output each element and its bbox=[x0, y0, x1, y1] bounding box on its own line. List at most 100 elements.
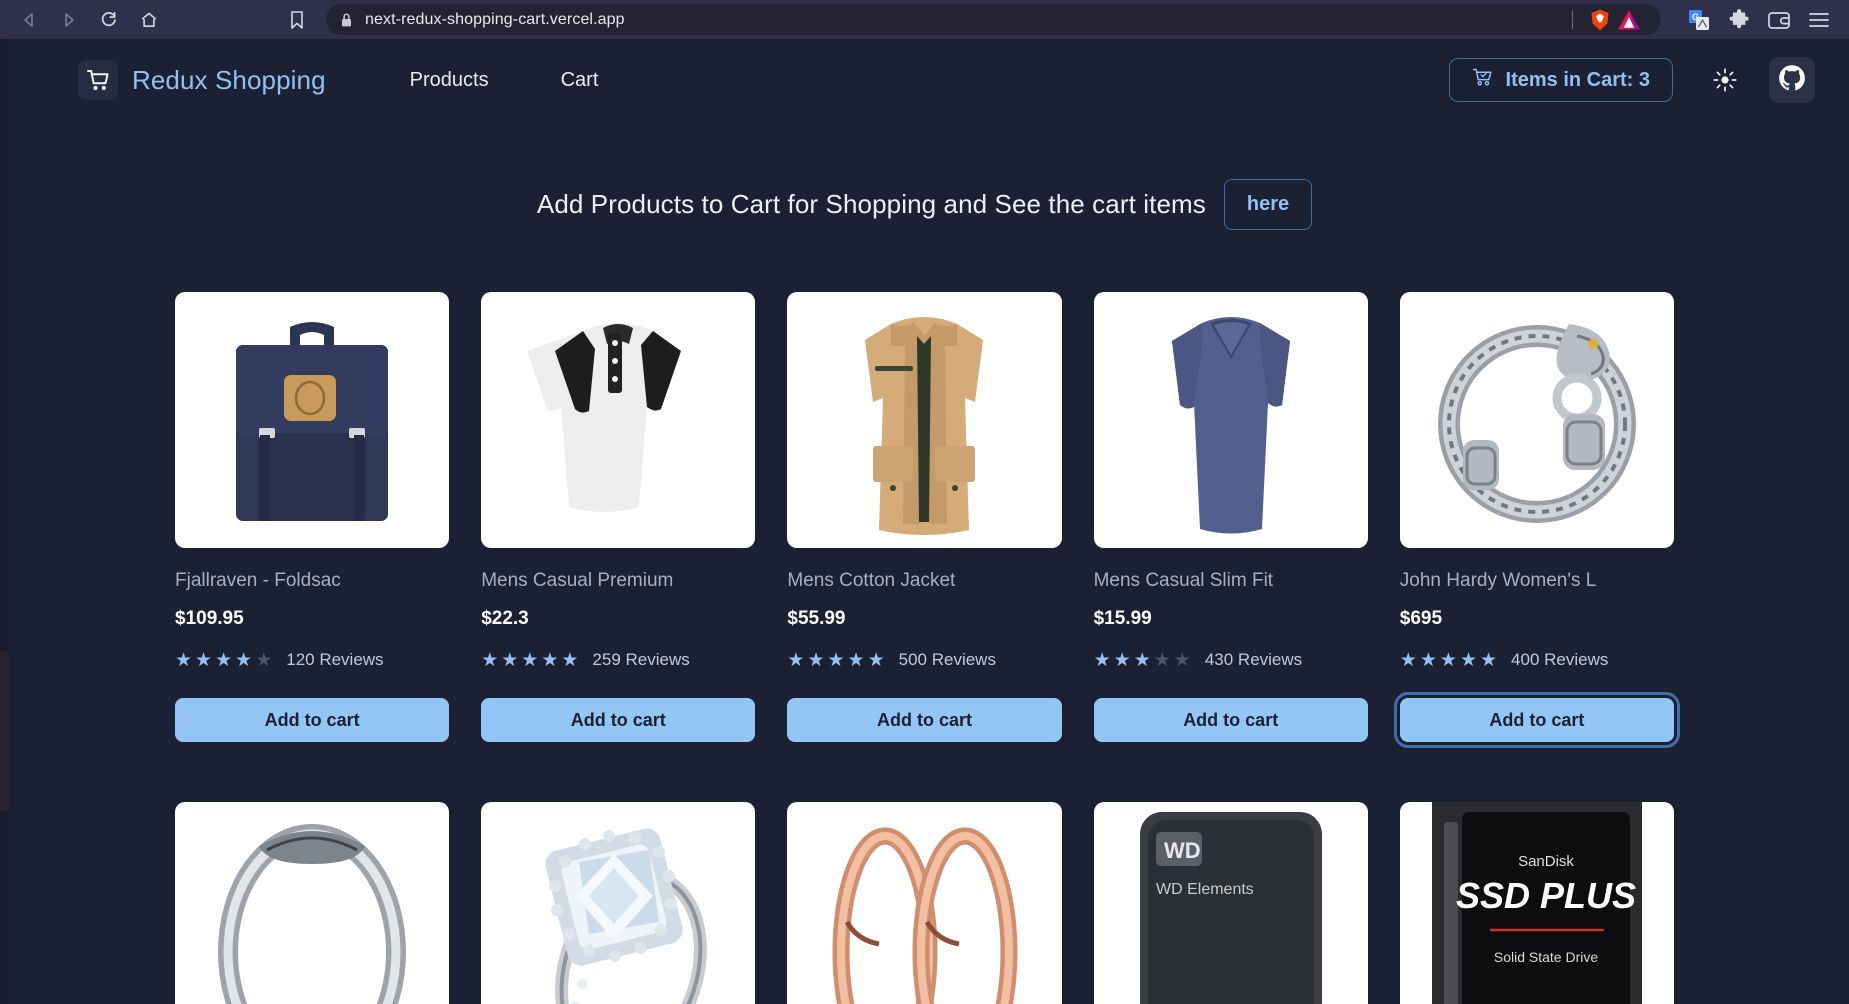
home-button[interactable] bbox=[130, 5, 168, 35]
star-icon: ★ bbox=[541, 649, 559, 671]
github-icon bbox=[1777, 63, 1807, 98]
product-title: John Hardy Women's L bbox=[1399, 570, 1597, 591]
product-image-diamond-ring[interactable] bbox=[481, 802, 756, 1004]
bookmark-icon[interactable] bbox=[280, 5, 314, 35]
product-price: $55.99 bbox=[787, 608, 846, 629]
product-image-raglan-shirt[interactable] bbox=[481, 292, 756, 548]
wd-brand-text: WD bbox=[1164, 838, 1201, 863]
product-price: $15.99 bbox=[1093, 608, 1152, 629]
product-title: Mens Casual Premium bbox=[481, 570, 674, 591]
product-image-navy-backpack[interactable] bbox=[175, 292, 450, 548]
wd-label-text: WD Elements bbox=[1156, 881, 1254, 898]
star-icon: ★ bbox=[1113, 649, 1131, 671]
star-icon: ★ bbox=[1173, 649, 1191, 671]
page-left-edge bbox=[0, 39, 9, 1004]
star-icon: ★ bbox=[255, 649, 273, 671]
product-reviews: 120 Reviews bbox=[286, 650, 384, 669]
banner-text: Add Products to Cart for Shopping and Se… bbox=[536, 189, 1206, 219]
github-link[interactable] bbox=[1769, 57, 1815, 103]
product-image-rose-gold-rings[interactable] bbox=[787, 802, 1062, 1004]
product-reviews: 259 Reviews bbox=[592, 650, 690, 669]
lock-icon bbox=[340, 12, 353, 28]
ssd-sub-text: Solid State Drive bbox=[1494, 949, 1598, 965]
items-in-cart-button[interactable]: Items in Cart: 3 bbox=[1448, 58, 1673, 102]
vercel-triangle-icon[interactable] bbox=[1617, 9, 1641, 31]
product-card bbox=[175, 802, 450, 1004]
forward-button[interactable] bbox=[50, 5, 88, 35]
star-icon: ★ bbox=[1419, 649, 1437, 671]
star-icon: ★ bbox=[787, 649, 805, 671]
address-bar[interactable]: next-redux-shopping-cart.vercel.app bbox=[326, 4, 1661, 35]
product-image-silver-ring[interactable] bbox=[175, 802, 450, 1004]
product-price: $22.3 bbox=[481, 608, 529, 629]
sun-icon[interactable] bbox=[1703, 58, 1747, 102]
puzzle-piece-icon[interactable] bbox=[1727, 8, 1751, 32]
brand-name: Redux Shopping bbox=[132, 64, 326, 95]
items-in-cart-label: Items in Cart: 3 bbox=[1505, 68, 1650, 91]
star-icon: ★ bbox=[521, 649, 539, 671]
star-icon: ★ bbox=[847, 649, 865, 671]
star-icon: ★ bbox=[1479, 649, 1498, 671]
site-header: Redux Shopping Products Cart Items in Ca… bbox=[0, 39, 1849, 121]
star-icon: ★ bbox=[1399, 649, 1417, 671]
banner: Add Products to Cart for Shopping and Se… bbox=[0, 179, 1849, 230]
product-title: Mens Cotton Jacket bbox=[787, 570, 956, 591]
product-image-wd-elements-drive[interactable]: WD WD Elements bbox=[1093, 802, 1368, 1004]
back-button[interactable] bbox=[10, 5, 48, 35]
product-card: WD WD Elements bbox=[1093, 802, 1368, 1004]
product-card: SanDisk SSD PLUS Solid State Drive SanDi… bbox=[1399, 802, 1674, 1004]
star-icon: ★ bbox=[867, 649, 885, 671]
star-icon: ★ bbox=[1459, 649, 1477, 671]
star-icon: ★ bbox=[1093, 649, 1111, 671]
hamburger-menu-icon[interactable] bbox=[1807, 8, 1831, 32]
star-icon: ★ bbox=[561, 649, 579, 671]
product-card: Mens Casual Premium $22.3 ★ ★ ★ ★ ★ 259 … bbox=[481, 292, 756, 742]
product-title: Mens Casual Slim Fit bbox=[1093, 570, 1274, 591]
sandisk-brand-text: SanDisk bbox=[1518, 853, 1574, 870]
star-icon: ★ bbox=[175, 649, 193, 671]
reload-button[interactable] bbox=[90, 5, 128, 35]
star-icon: ★ bbox=[215, 649, 233, 671]
product-reviews: 500 Reviews bbox=[898, 650, 996, 669]
product-image-blue-tshirt[interactable] bbox=[1093, 292, 1368, 548]
product-card: Mens Casual Slim Fit $15.99 ★ ★ ★ ★ ★ 43… bbox=[1093, 292, 1368, 742]
star-icon: ★ bbox=[807, 649, 825, 671]
add-to-cart-button[interactable]: Add to cart bbox=[175, 698, 450, 742]
product-card: Mens Cotton Jacket $55.99 ★ ★ ★ ★ ★ 500 … bbox=[787, 292, 1062, 742]
chrome-right-icons: G bbox=[1663, 8, 1839, 32]
product-image-silver-bracelet[interactable] bbox=[1399, 292, 1674, 548]
product-image-sandisk-ssd[interactable]: SanDisk SSD PLUS Solid State Drive SanDi… bbox=[1399, 802, 1674, 1004]
brave-wallet-icon[interactable] bbox=[1767, 8, 1791, 32]
star-icon: ★ bbox=[195, 649, 213, 671]
product-image-tan-jacket[interactable] bbox=[787, 292, 1062, 548]
product-title: Fjallraven - Foldsac bbox=[175, 570, 341, 591]
brave-lion-icon[interactable] bbox=[1589, 8, 1611, 32]
product-reviews: 400 Reviews bbox=[1511, 650, 1609, 669]
product-rating: ★ ★ ★ ★ ★ 259 Reviews bbox=[481, 650, 755, 670]
cart-check-icon bbox=[1472, 67, 1494, 93]
nav-link-cart[interactable]: Cart bbox=[537, 63, 623, 98]
page-left-edge-accent bbox=[0, 651, 9, 811]
product-rating: ★ ★ ★ ★ ★ 120 Reviews bbox=[175, 650, 449, 670]
star-icon: ★ bbox=[1133, 649, 1151, 671]
star-icon: ★ bbox=[481, 649, 499, 671]
product-rating: ★ ★ ★ ★ ★ 430 Reviews bbox=[1094, 650, 1368, 670]
brand-logo[interactable]: Redux Shopping bbox=[78, 60, 326, 100]
ssd-product-text: SSD PLUS bbox=[1456, 875, 1636, 916]
banner-here-button[interactable]: here bbox=[1223, 179, 1313, 230]
add-to-cart-button[interactable]: Add to cart bbox=[787, 698, 1062, 742]
add-to-cart-button[interactable]: Add to cart bbox=[1093, 698, 1368, 742]
star-icon: ★ bbox=[235, 649, 253, 671]
product-price: $695 bbox=[1399, 608, 1443, 629]
product-price: $109.95 bbox=[175, 608, 244, 629]
shopping-cart-icon bbox=[78, 60, 118, 100]
add-to-cart-button[interactable]: Add to cart bbox=[481, 698, 756, 742]
product-rating: ★ ★ ★ ★ ★ 500 Reviews bbox=[787, 650, 1061, 670]
nav-link-products[interactable]: Products bbox=[386, 63, 513, 98]
google-translate-icon[interactable]: G bbox=[1687, 8, 1711, 32]
add-to-cart-button[interactable]: Add to cart bbox=[1393, 692, 1681, 748]
product-card: Fjallraven - Foldsac $109.95 ★ ★ ★ ★ ★ 1… bbox=[175, 292, 450, 742]
product-card bbox=[481, 802, 756, 1004]
product-grid: Fjallraven - Foldsac $109.95 ★ ★ ★ ★ ★ 1… bbox=[0, 292, 1849, 1004]
browser-toolbar: next-redux-shopping-cart.vercel.app G bbox=[0, 0, 1849, 39]
